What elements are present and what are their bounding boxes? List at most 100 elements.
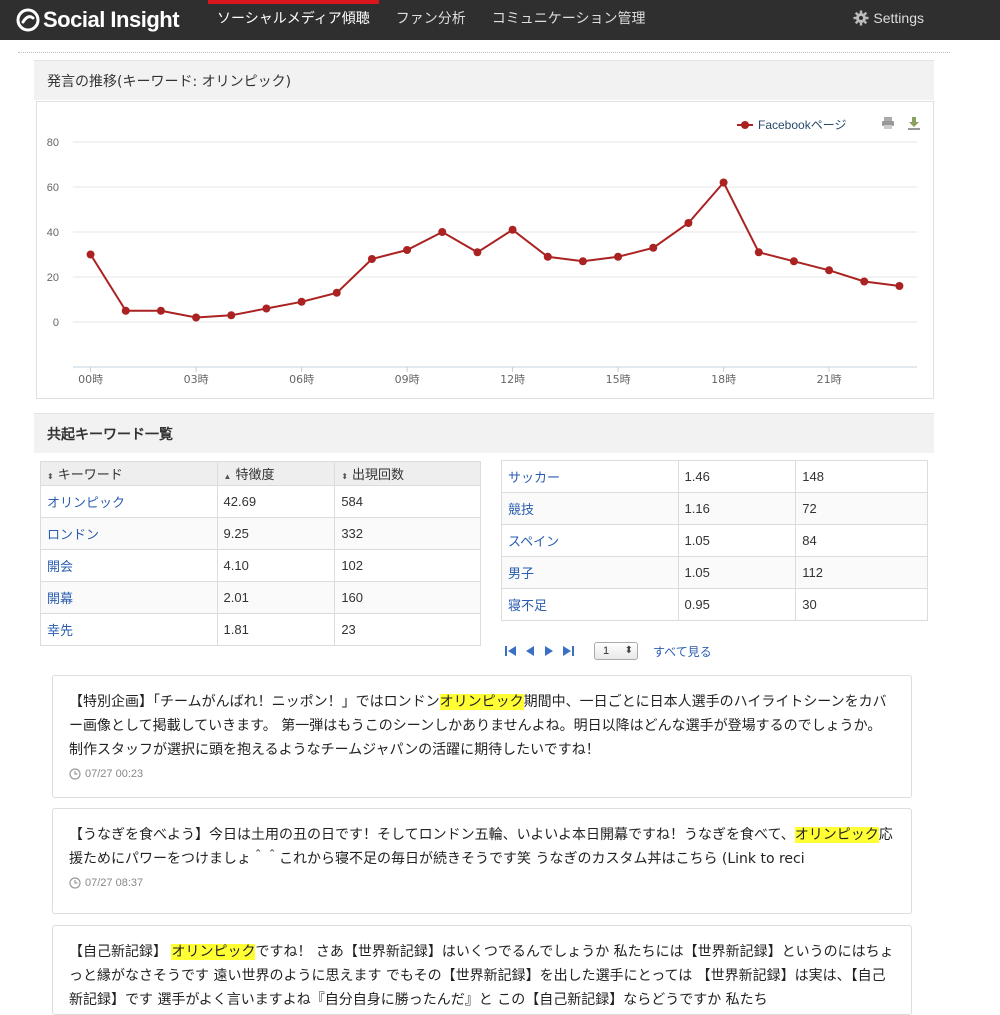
data-point bbox=[332, 288, 341, 297]
see-all-link[interactable]: すべて見る bbox=[653, 643, 712, 660]
trend-section-header: 発言の推移(キーワード: オリンピック) bbox=[34, 60, 934, 100]
data-point bbox=[895, 282, 904, 290]
post-meta: 07/27 08:37 bbox=[69, 877, 895, 889]
score-cell: 1.05 bbox=[677, 524, 797, 557]
data-point bbox=[403, 246, 412, 254]
line-chart: 0 20 40 60 80 00時 03時 06時 09時 12時 15時 18時 21時 bbox=[47, 137, 917, 386]
keyword-link[interactable]: 幸先 bbox=[40, 613, 218, 646]
post-card: 【うなぎを食べよう】今日は土用の丑の日です！そしてロンドン五輪、いよいよ本日開幕… bbox=[52, 808, 912, 914]
y-tick-label: 0 bbox=[53, 317, 59, 329]
col-header-count-label: 出現回数 bbox=[352, 467, 405, 482]
divider bbox=[18, 52, 950, 53]
post-card: 【特別企画】「チームがんばれ！ニッポン！」ではロンドンオリンピック期間中、一日ご… bbox=[52, 675, 912, 798]
top-navbar: Social Insight ソーシャルメディア傾聴 ファン分析 コミュニケーシ… bbox=[0, 0, 1000, 40]
score-cell: 0.95 bbox=[677, 588, 797, 621]
score-cell: 1.16 bbox=[677, 492, 797, 525]
logo-icon bbox=[16, 8, 40, 32]
trend-title: 発言の推移(キーワード: オリンピック) bbox=[47, 74, 292, 90]
series-line bbox=[89, 180, 900, 319]
cooccur-title: 共起キーワード一覧 bbox=[47, 427, 173, 443]
keyword-link[interactable]: サッカー bbox=[501, 460, 679, 493]
print-icon[interactable] bbox=[881, 116, 895, 130]
data-point bbox=[367, 255, 376, 263]
last-page-icon[interactable] bbox=[561, 644, 575, 658]
post-timestamp: 07/27 00:23 bbox=[85, 768, 144, 780]
count-cell: 23 bbox=[334, 613, 481, 646]
keyword-link[interactable]: 開幕 bbox=[40, 581, 218, 614]
x-tick-label: 15時 bbox=[606, 373, 631, 386]
data-point bbox=[86, 250, 95, 259]
x-tick-label: 18時 bbox=[711, 373, 736, 386]
data-point bbox=[156, 306, 165, 315]
y-tick-label: 60 bbox=[47, 182, 59, 194]
next-page-icon[interactable] bbox=[542, 644, 556, 658]
download-icon[interactable] bbox=[907, 116, 921, 130]
post-text: 【特別企画】「チームがんばれ！ニッポン！」ではロンドンオリンピック期間中、一日ご… bbox=[69, 690, 895, 762]
col-header-score[interactable]: ▲ 特徴度 bbox=[216, 461, 336, 486]
prev-page-icon[interactable] bbox=[523, 644, 537, 658]
keyword-highlight: オリンピック bbox=[439, 694, 524, 710]
data-point bbox=[508, 225, 517, 234]
table-row: 寝不足 0.95 30 bbox=[501, 588, 928, 621]
x-tick-label: 21時 bbox=[817, 373, 842, 386]
data-point bbox=[649, 243, 658, 252]
table-row: サッカー 1.46 148 bbox=[501, 460, 928, 493]
nav-communication[interactable]: コミュニケーション管理 bbox=[483, 0, 655, 40]
count-cell: 30 bbox=[795, 588, 928, 621]
count-cell: 112 bbox=[795, 556, 928, 589]
settings-button[interactable]: Settings bbox=[853, 0, 924, 36]
table-row: スペイン 1.05 84 bbox=[501, 524, 928, 557]
legend-swatch bbox=[737, 120, 753, 130]
post-card: 【自己新記録】 オリンピックですね！ さあ【世界新記録】はいくつでるんでしょうか… bbox=[52, 925, 912, 1015]
score-cell: 42.69 bbox=[216, 485, 336, 518]
data-point bbox=[578, 257, 587, 266]
post-text: 【うなぎを食べよう】今日は土用の丑の日です！そしてロンドン五輪、いよいよ本日開幕… bbox=[69, 823, 895, 871]
keyword-link[interactable]: 競技 bbox=[501, 492, 679, 525]
gear-icon bbox=[853, 10, 869, 26]
table-row: 幸先 1.81 23 bbox=[40, 613, 481, 646]
table-row: 開会 4.10 102 bbox=[40, 549, 481, 582]
keyword-highlight: オリンピック bbox=[794, 827, 879, 843]
x-tick-label: 12時 bbox=[500, 373, 525, 386]
app-logo[interactable]: Social Insight bbox=[16, 6, 180, 34]
keyword-link[interactable]: スペイン bbox=[501, 524, 679, 557]
chart-legend[interactable]: Facebookページ bbox=[737, 116, 846, 133]
count-cell: 332 bbox=[334, 517, 481, 550]
data-point bbox=[825, 266, 834, 275]
col-header-keyword[interactable]: ⬍ キーワード bbox=[40, 461, 218, 486]
legend-label: Facebookページ bbox=[758, 118, 847, 132]
keyword-link[interactable]: オリンピック bbox=[40, 485, 218, 518]
keyword-link[interactable]: 男子 bbox=[501, 556, 679, 589]
count-cell: 72 bbox=[795, 492, 928, 525]
col-header-keyword-label: キーワード bbox=[57, 467, 123, 482]
table-row: 開幕 2.01 160 bbox=[40, 581, 481, 614]
x-tick-label: 06時 bbox=[289, 373, 314, 386]
keyword-link[interactable]: 寝不足 bbox=[501, 588, 679, 621]
keyword-table-right: サッカー 1.46 148 競技 1.16 72 スペイン 1.05 84 男子… bbox=[501, 460, 928, 621]
settings-label: Settings bbox=[873, 10, 924, 26]
score-cell: 1.05 bbox=[677, 556, 797, 589]
nav-fan-analysis[interactable]: ファン分析 bbox=[387, 0, 475, 40]
keyword-link[interactable]: 開会 bbox=[40, 549, 218, 582]
post-text-segment: 【うなぎを食べよう】今日は土用の丑の日です！そしてロンドン五輪、いよいよ本日開幕… bbox=[69, 827, 795, 843]
page-select[interactable]: 1 bbox=[594, 642, 638, 660]
score-cell: 4.10 bbox=[216, 549, 336, 582]
count-cell: 148 bbox=[795, 460, 928, 493]
sort-asc-icon: ▲ bbox=[223, 472, 232, 481]
first-page-icon[interactable] bbox=[504, 644, 518, 658]
score-cell: 9.25 bbox=[216, 517, 336, 550]
logo-text: Social Insight bbox=[43, 7, 180, 32]
main-nav: ソーシャルメディア傾聴 ファン分析 コミュニケーション管理 bbox=[208, 0, 662, 40]
col-header-count[interactable]: ⬍ 出現回数 bbox=[334, 461, 481, 486]
score-cell: 1.46 bbox=[677, 460, 797, 493]
table-pager: 1 すべて見る bbox=[504, 640, 712, 662]
nav-social-listening[interactable]: ソーシャルメディア傾聴 bbox=[208, 0, 379, 40]
table-row: 競技 1.16 72 bbox=[501, 492, 928, 525]
sort-icon: ⬍ bbox=[341, 472, 349, 481]
x-tick-label: 09時 bbox=[395, 373, 420, 386]
post-text: 【自己新記録】 オリンピックですね！ さあ【世界新記録】はいくつでるんでしょうか… bbox=[69, 940, 895, 1012]
data-point bbox=[262, 304, 271, 313]
keyword-link[interactable]: ロンドン bbox=[40, 517, 218, 550]
score-cell: 1.81 bbox=[216, 613, 336, 646]
keyword-table-left: ⬍ キーワード ▲ 特徴度 ⬍ 出現回数 オリンピック 42.69 584 ロンドン … bbox=[40, 461, 481, 646]
